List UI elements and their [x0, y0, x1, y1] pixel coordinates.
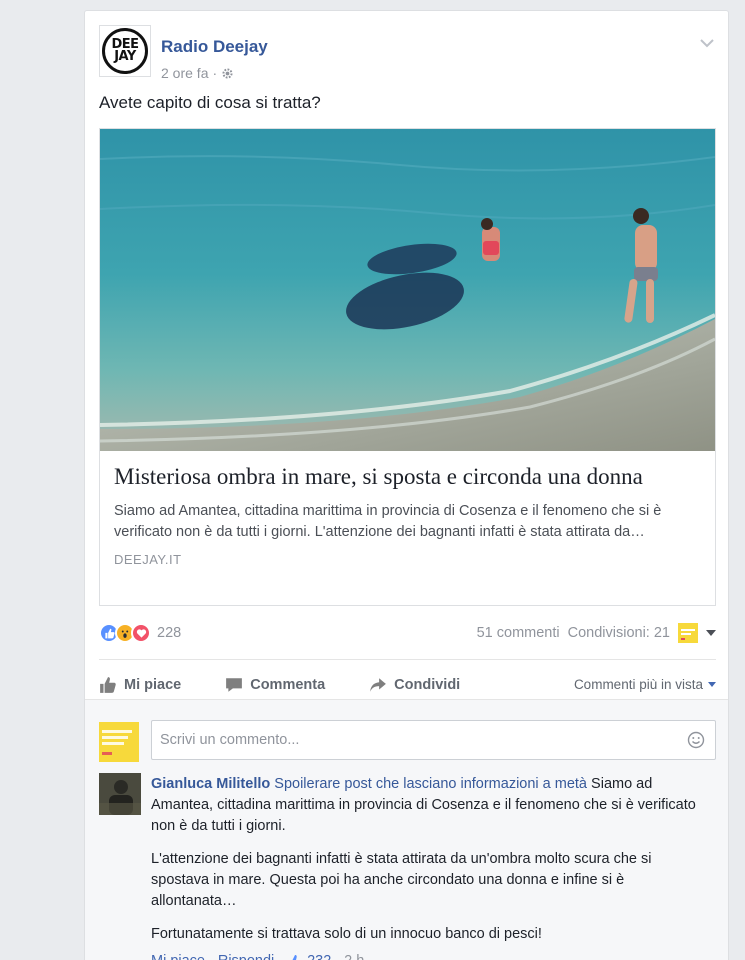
chevron-down-icon[interactable] [699, 35, 715, 51]
post-timestamp[interactable]: 2 ore fa [161, 65, 208, 81]
comment-icon [226, 678, 243, 692]
thumbs-up-icon [100, 677, 116, 693]
deejay-logo: DEE JAY [102, 28, 148, 74]
love-icon [131, 623, 151, 643]
stats-right: 51 commenti Condivisioni: 21 [477, 623, 716, 643]
comment-tagged-page[interactable]: Spoilerare post che lasciano informazion… [274, 776, 587, 792]
share-button-label: Condividi [394, 677, 461, 693]
comment-sort-dropdown[interactable]: Commenti più in vista [574, 677, 716, 692]
link-text: Misteriosa ombra in mare, si sposta e ci… [114, 463, 704, 567]
comments-section: Gianluca Militello Spoilerare post che l… [85, 699, 728, 960]
viewer-avatar[interactable] [678, 623, 698, 643]
link-title[interactable]: Misteriosa ombra in mare, si sposta e ci… [114, 463, 704, 491]
divider [99, 659, 716, 660]
post-meta: 2 ore fa · [161, 65, 234, 81]
sort-caret-icon [708, 682, 716, 687]
post-stats: 228 51 commenti Condivisioni: 21 [99, 623, 716, 647]
comment-button[interactable]: Commenta [225, 676, 325, 694]
shares-count[interactable]: Condivisioni: 21 [568, 625, 670, 641]
share-button[interactable]: Condividi [369, 676, 460, 694]
footer-dot: · [278, 951, 283, 960]
like-button[interactable]: Mi piace [99, 676, 181, 694]
page-avatar[interactable]: DEE JAY [99, 25, 151, 77]
reactions-count: 228 [157, 625, 182, 641]
commenter-avatar[interactable] [99, 773, 141, 815]
link-domain: DEEJAY.IT [114, 552, 182, 567]
comment-text-3: Fortunatamente si trattava solo di un in… [151, 926, 542, 942]
comment-reply-link[interactable]: Rispondi [218, 951, 274, 960]
avatar-stripe [102, 730, 132, 733]
comment-button-label: Commenta [250, 677, 326, 693]
comment-input[interactable] [160, 721, 670, 759]
avatar-stripe [102, 752, 112, 755]
link-preview[interactable]: Misteriosa ombra in mare, si sposta e ci… [99, 128, 716, 606]
comment-item: Gianluca Militello Spoilerare post che l… [151, 774, 711, 960]
like-button-label: Mi piace [124, 677, 182, 693]
post-message: Avete capito di cosa si tratta? [99, 93, 321, 112]
page-name-link[interactable]: Radio Deejay [161, 37, 268, 57]
comment-time[interactable]: 2 h [344, 951, 364, 960]
like-count-icon [292, 954, 302, 960]
emoji-icon[interactable] [687, 731, 705, 749]
footer-dot: · [335, 951, 340, 960]
caret-down-icon[interactable] [706, 630, 716, 636]
action-bar: Mi piace Commenta Condividi Commenti più… [99, 667, 716, 703]
avatar-stripe [102, 742, 124, 745]
gear-icon[interactable] [221, 67, 234, 80]
reactions-summary[interactable]: 228 [99, 623, 181, 643]
sea-photo[interactable] [100, 129, 715, 451]
comment-author[interactable]: Gianluca Militello [151, 776, 270, 792]
meta-separator: · [212, 65, 218, 81]
footer-dot: · [209, 951, 214, 960]
avatar-stripe [102, 736, 128, 739]
post-header: DEE JAY Radio Deejay 2 ore fa · [99, 23, 719, 83]
comment-sort-label: Commenti più in vista [573, 677, 703, 692]
comment-footer: Mi piace · Rispondi · 232 · 2 h [151, 951, 711, 960]
comment-like-link[interactable]: Mi piace [151, 951, 205, 960]
comment-like-count[interactable]: 232 [307, 951, 331, 960]
comment-composer [151, 720, 716, 760]
link-description: Siamo ad Amantea, cittadina marittima in… [114, 503, 662, 540]
comment-text-2: L'attenzione dei bagnanti infatti è stat… [151, 851, 652, 909]
comment-body: Gianluca Militello Spoilerare post che l… [151, 774, 711, 837]
comments-count[interactable]: 51 commenti [477, 625, 560, 641]
share-arrow-icon [370, 678, 387, 692]
logo-text-bottom: JAY [114, 49, 136, 64]
post-card: DEE JAY Radio Deejay 2 ore fa · Avete ca… [84, 10, 729, 960]
current-user-avatar[interactable] [99, 722, 139, 762]
